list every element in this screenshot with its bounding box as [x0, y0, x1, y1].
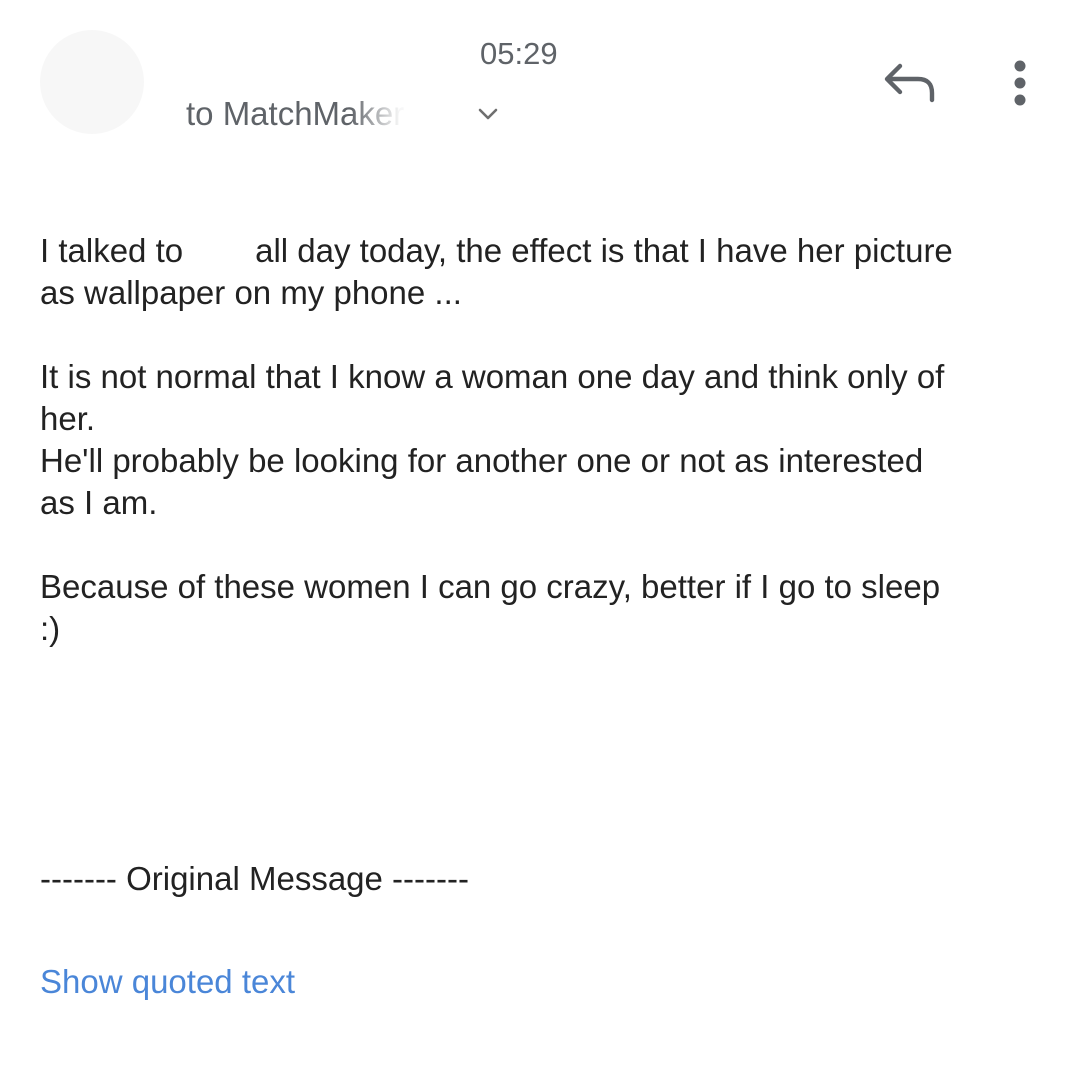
body-line: I talked to all day today, the effect is …: [40, 230, 1040, 272]
message-time: 05:29: [480, 36, 558, 71]
body-line: Because of these women I can go crazy, b…: [40, 568, 941, 605]
redacted-name: [183, 236, 256, 266]
body-line: as I am.: [40, 484, 158, 521]
signature-redacted: [40, 740, 200, 780]
reply-icon: [880, 63, 940, 112]
show-quoted-text-link[interactable]: Show quoted text: [40, 963, 295, 1001]
more-options-button[interactable]: [1000, 56, 1040, 112]
reply-button[interactable]: [880, 58, 940, 108]
message-body: I talked to all day today, the effect is …: [40, 230, 1040, 650]
body-line: He'll probably be looking for another on…: [40, 442, 924, 479]
body-text-fragment: I talked to: [40, 232, 184, 269]
body-line: as wallpaper on my phone ...: [40, 274, 462, 311]
body-text-fragment: all day today, the effect is that I have…: [255, 232, 953, 269]
recipient-redaction: [350, 90, 460, 136]
body-line: :): [40, 610, 61, 647]
more-vert-icon: [1000, 60, 1040, 116]
sender-avatar[interactable]: [40, 30, 144, 134]
chevron-down-icon[interactable]: [474, 100, 502, 128]
body-line: It is not normal that I know a woman one…: [40, 358, 945, 395]
sender-name[interactable]: [186, 34, 476, 74]
original-message-divider: ------- Original Message -------: [40, 860, 469, 897]
message-header: 05:29 to MatchMaker: [0, 0, 1077, 180]
body-line: her.: [40, 400, 96, 437]
